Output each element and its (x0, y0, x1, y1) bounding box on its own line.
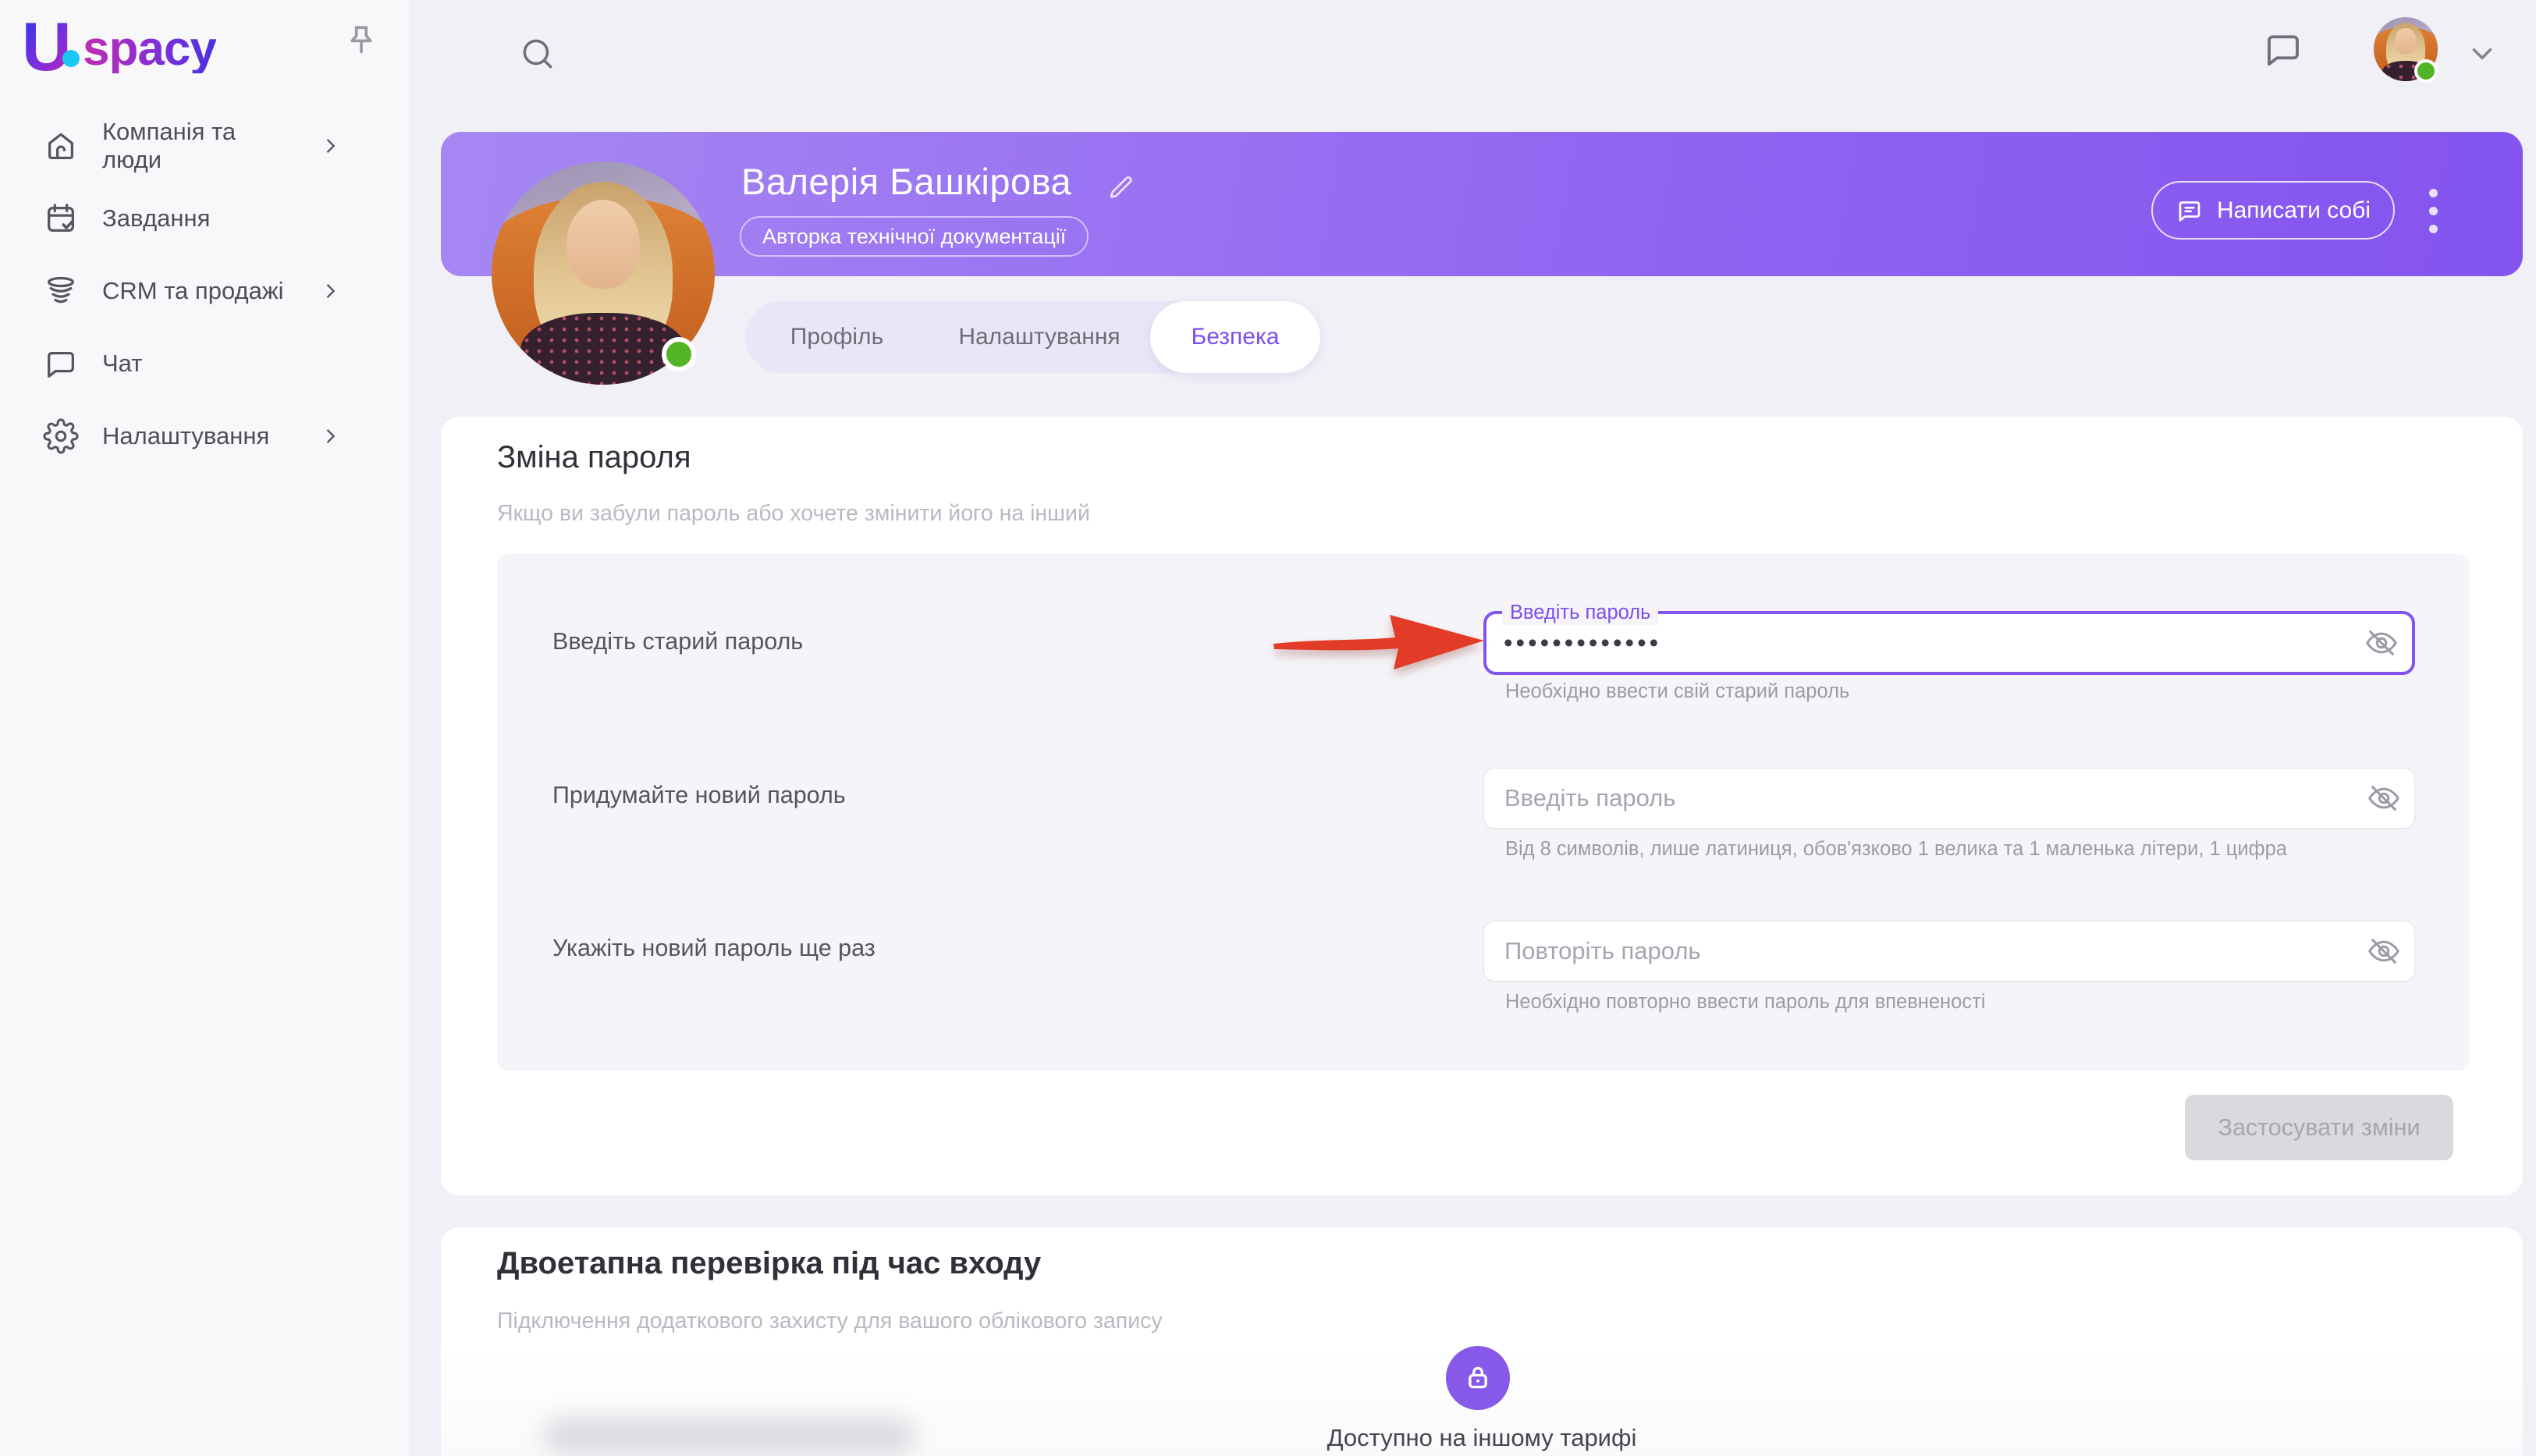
crm-funnel-icon (43, 273, 79, 309)
new-password-label: Придумайте новий пароль (552, 782, 846, 808)
uspacy-profile-security-page: U spacy Компанія та люди Завдання CRM та… (0, 0, 2536, 1456)
role-badge: Авторка технічної документації (740, 216, 1089, 257)
red-annotation-arrow (1273, 615, 1484, 669)
chat-lines-icon (2179, 201, 2200, 222)
repeat-password-field (1483, 921, 2415, 982)
sidebar-item-label: CRM та продажі (102, 276, 284, 304)
tab-security[interactable]: Безпека (1150, 301, 1320, 373)
profile-banner: Валерія Башкірова Авторка технічної доку… (441, 132, 2523, 276)
eye-off-icon[interactable] (2366, 780, 2402, 816)
password-section-title: Зміна пароля (497, 440, 691, 474)
pin-sidebar-icon[interactable] (342, 22, 381, 61)
sidebar-item-label: Компанія та люди (102, 117, 236, 173)
sidebar-item-settings[interactable]: Налаштування (0, 400, 410, 472)
old-password-field: Введіть пароль (1483, 601, 2415, 675)
sidebar: U spacy Компанія та люди Завдання CRM та… (0, 0, 410, 1456)
twofa-card: Двоетапна перевірка під час входу Підклю… (441, 1227, 2523, 1456)
eye-off-icon[interactable] (2366, 933, 2402, 969)
kebab-menu-icon[interactable] (2423, 183, 2443, 238)
new-password-helper: Від 8 символів, лише латиниця, обов'язко… (1505, 838, 2287, 860)
edit-name-pencil-icon[interactable] (1106, 172, 1135, 202)
sidebar-item-company-people[interactable]: Компанія та люди (0, 109, 410, 182)
logo-dot (62, 50, 80, 67)
logo-u-glyph: U (22, 8, 72, 85)
lock-icon (1469, 1366, 1487, 1389)
password-section-subtitle: Якщо ви забули пароль або хочете змінити… (497, 501, 1090, 526)
lock-badge (1446, 1346, 1510, 1410)
sidebar-item-label: Налаштування (102, 421, 270, 449)
home-icon (43, 128, 79, 164)
online-status-dot (2414, 59, 2438, 83)
sidebar-item-tasks[interactable]: Завдання (0, 182, 410, 254)
search-icon[interactable] (518, 34, 557, 73)
apply-changes-button[interactable]: Застосувати зміни (2185, 1095, 2453, 1160)
chevron-right-icon (319, 425, 341, 447)
profile-name: Валерія Башкірова (741, 161, 1072, 202)
online-status-dot-large (662, 337, 696, 371)
sidebar-item-chat[interactable]: Чат (0, 327, 410, 400)
write-to-self-button[interactable]: Написати собі (2151, 181, 2395, 240)
repeat-password-helper: Необхідно повторно ввести пароль для впе… (1505, 991, 1986, 1013)
chevron-right-icon (319, 280, 341, 302)
sidebar-item-label: Чат (102, 349, 143, 377)
sidebar-item-crm[interactable]: CRM та продажі (0, 254, 410, 327)
new-password-input[interactable] (1484, 769, 2414, 828)
sidebar-item-label: Завдання (102, 204, 211, 232)
old-password-input[interactable] (1486, 614, 2412, 672)
profile-tabs: Профіль Налаштування Безпека (745, 301, 1320, 373)
old-password-helper: Необхідно ввести свій старий пароль (1505, 680, 1850, 702)
new-password-field (1483, 768, 2415, 829)
gear-icon (43, 417, 79, 454)
twofa-title: Двоетапна перевірка під час входу (497, 1246, 1042, 1280)
write-to-self-label: Написати собі (2216, 197, 2371, 223)
old-password-label: Введіть старий пароль (552, 628, 804, 655)
twofa-subtitle: Підключення додаткового захисту для вашо… (497, 1309, 1163, 1333)
logo-wordmark: spacy (83, 22, 217, 76)
chevron-right-icon (319, 135, 341, 157)
tab-profile[interactable]: Профіль (745, 301, 929, 373)
repeat-password-label: Укажіть новий пароль ще раз (552, 935, 876, 961)
chevron-down-icon[interactable] (2466, 37, 2499, 70)
password-change-card: Зміна пароля Якщо ви забули пароль або х… (441, 417, 2523, 1195)
repeat-password-input[interactable] (1484, 922, 2414, 981)
chat-bubble-icon (43, 346, 79, 382)
tab-settings[interactable]: Налаштування (929, 301, 1150, 373)
tasks-calendar-icon (43, 201, 79, 236)
sidebar-menu: Компанія та люди Завдання CRM та продажі… (0, 109, 410, 472)
eye-off-icon[interactable] (2364, 625, 2399, 661)
messages-icon[interactable] (2262, 28, 2304, 70)
tariff-availability-note: Доступно на іншому тарифі (1327, 1424, 1637, 1451)
